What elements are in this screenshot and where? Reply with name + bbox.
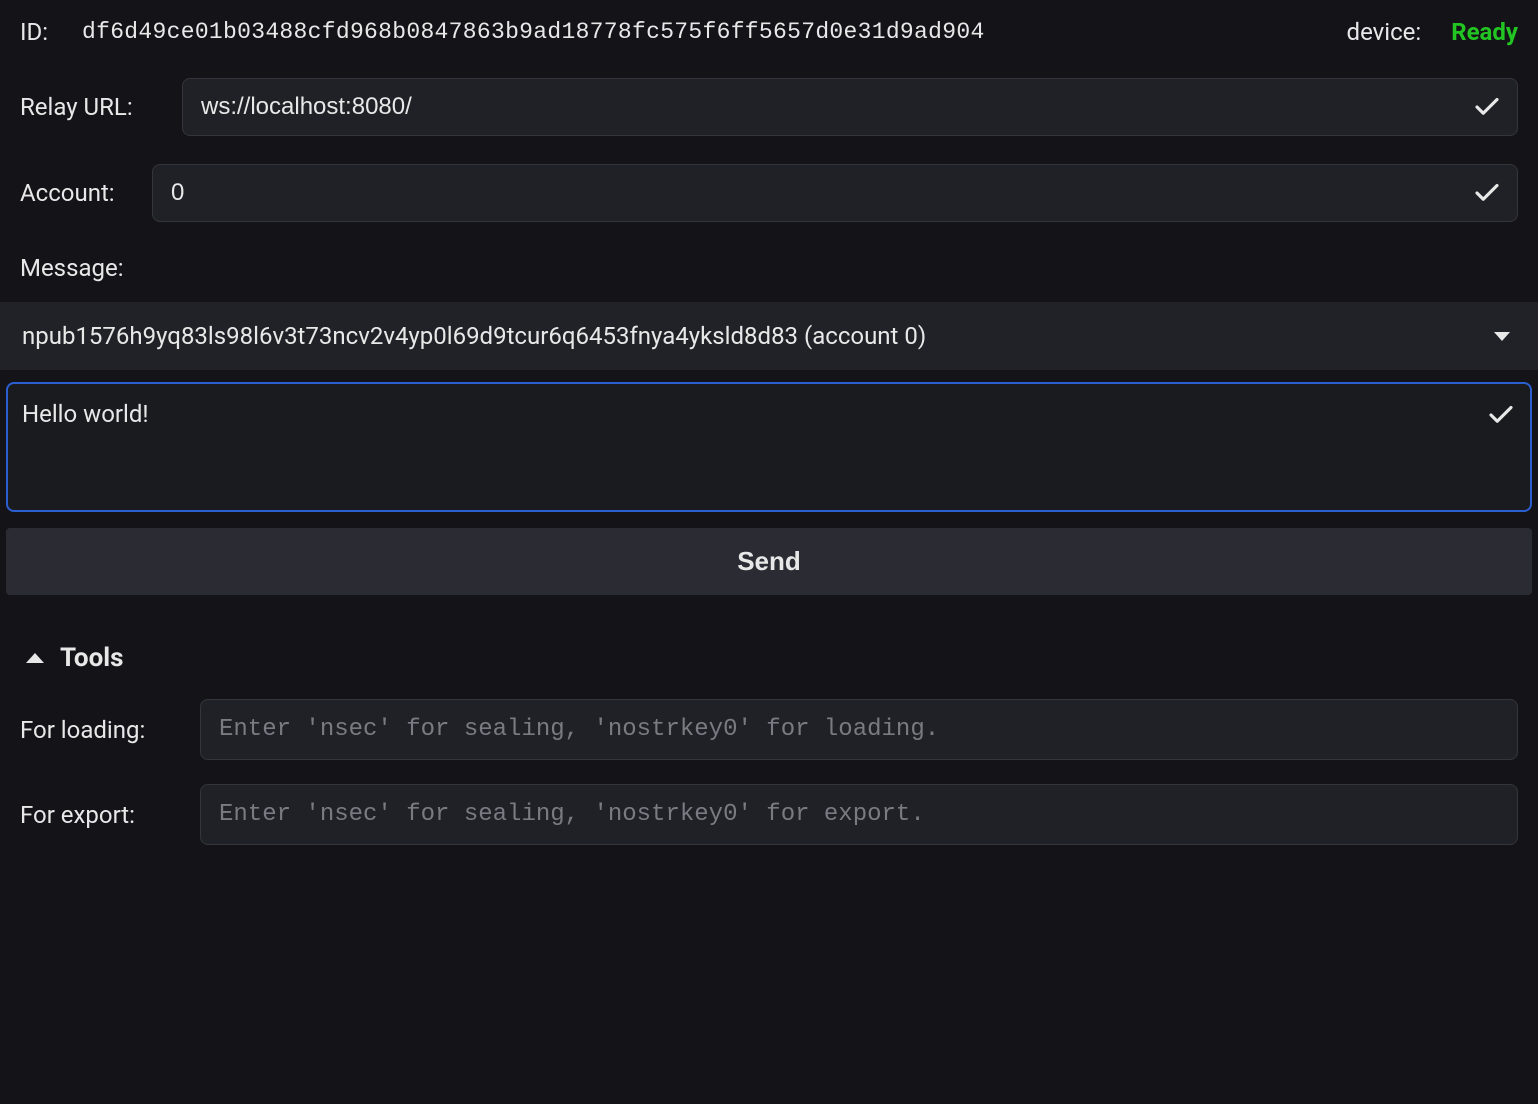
recipient-select[interactable]: npub1576h9yq83ls98l6v3t73ncv2v4yp0l69d9t… xyxy=(0,302,1538,370)
chevron-up-icon xyxy=(26,653,44,663)
relay-url-label: Relay URL: xyxy=(20,93,160,121)
account-row: Account: xyxy=(0,150,1538,236)
export-row: For export: xyxy=(0,772,1538,857)
recipient-select-value: npub1576h9yq83ls98l6v3t73ncv2v4yp0l69d9t… xyxy=(22,322,926,350)
message-textarea[interactable] xyxy=(6,382,1532,512)
account-input-wrap xyxy=(152,164,1518,222)
tools-toggle[interactable]: Tools xyxy=(0,595,1538,687)
export-input[interactable] xyxy=(200,784,1518,845)
export-label: For export: xyxy=(20,801,180,829)
message-textarea-wrap xyxy=(6,382,1532,518)
message-label-row: Message: xyxy=(0,236,1538,302)
account-label: Account: xyxy=(20,179,130,207)
tools-title: Tools xyxy=(60,643,124,673)
header-row: ID: df6d49ce01b03488cfd968b0847863b9ad18… xyxy=(0,0,1538,64)
send-button[interactable]: Send xyxy=(6,528,1532,595)
id-label: ID: xyxy=(20,18,62,46)
loading-input[interactable] xyxy=(200,699,1518,760)
relay-url-input-wrap xyxy=(182,78,1518,136)
id-value: df6d49ce01b03488cfd968b0847863b9ad18778f… xyxy=(82,19,985,45)
account-input[interactable] xyxy=(152,164,1518,222)
device-status-badge: Ready xyxy=(1451,18,1518,46)
loading-row: For loading: xyxy=(0,687,1538,772)
relay-url-row: Relay URL: xyxy=(0,64,1538,150)
message-label: Message: xyxy=(20,254,124,282)
relay-url-input[interactable] xyxy=(182,78,1518,136)
device-label: device: xyxy=(1347,18,1422,46)
chevron-down-icon xyxy=(1494,332,1510,341)
loading-label: For loading: xyxy=(20,716,180,744)
